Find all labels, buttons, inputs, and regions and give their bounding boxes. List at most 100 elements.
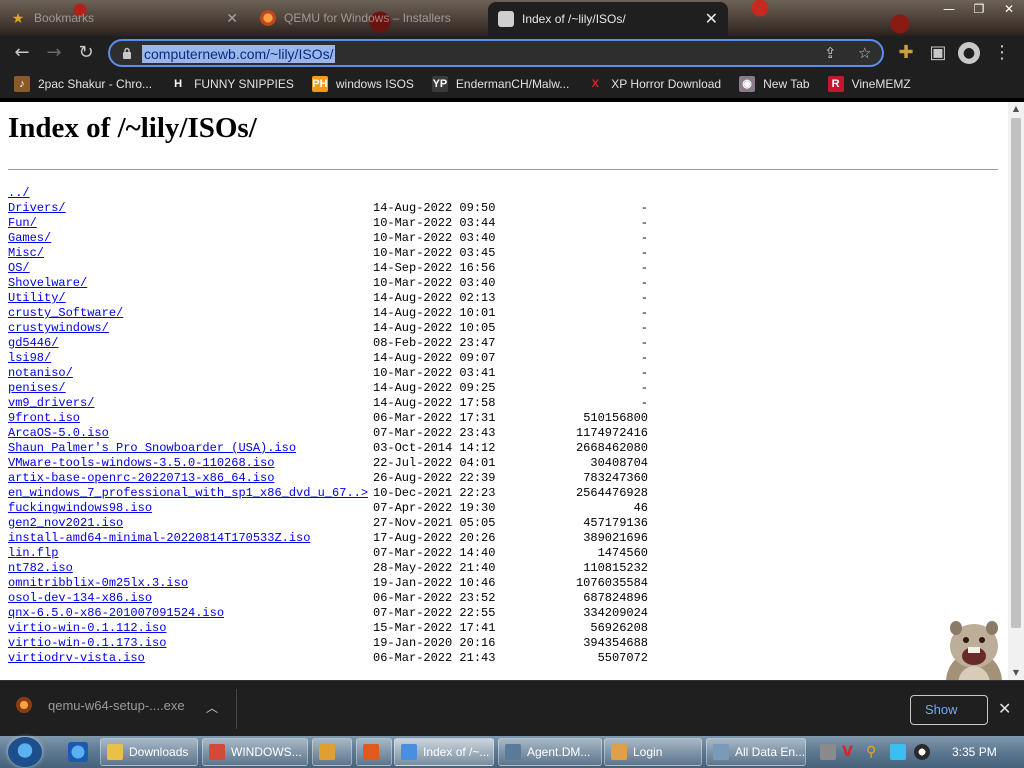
download-item[interactable]: qemu-w64-setup-....exe: [16, 697, 185, 713]
file-link[interactable]: notaniso/: [8, 366, 73, 381]
tab-index-isos[interactable]: Index of /~lily/ISOs/ ✕: [488, 2, 728, 36]
reload-icon[interactable]: ↻: [74, 41, 98, 65]
file-link[interactable]: fuckingwindows98.iso: [8, 501, 152, 516]
file-link[interactable]: OS/: [8, 261, 30, 276]
close-icon[interactable]: ✕: [218, 10, 238, 27]
taskbar-button[interactable]: Agent.DM...: [498, 738, 602, 766]
windows-icon: [209, 744, 225, 760]
file-size: 56926208: [590, 621, 648, 635]
taskbar-button[interactable]: Index of /~...: [394, 738, 494, 766]
file-link[interactable]: Games/: [8, 231, 51, 246]
scroll-down-icon[interactable]: ▼: [1008, 666, 1024, 680]
file-link[interactable]: Misc/: [8, 246, 44, 261]
file-link[interactable]: virtiodrv-vista.iso: [8, 651, 145, 666]
file-link[interactable]: lin.flp: [8, 546, 58, 561]
internet-explorer-icon[interactable]: [68, 742, 88, 762]
extensions-icon[interactable]: ✚: [894, 41, 918, 65]
back-icon[interactable]: ←: [10, 41, 34, 65]
tab-bookmarks[interactable]: ★ Bookmarks ✕: [0, 4, 248, 32]
modified-date: 06-Mar-2022 23:52: [373, 591, 496, 605]
listing-row: virtio-win-0.1.173.iso 19-Jan-2020 20:16 3…: [8, 636, 648, 651]
file-size: -: [640, 396, 648, 410]
file-link[interactable]: Drivers/: [8, 201, 66, 216]
volume-tray-icon[interactable]: [914, 744, 930, 760]
close-icon[interactable]: ✕: [697, 9, 718, 29]
modified-date: 26-Aug-2022 22:39: [373, 471, 496, 485]
scrollbar[interactable]: ▲ ▼: [1008, 102, 1024, 680]
side-panel-icon[interactable]: ▣: [926, 41, 950, 65]
start-button[interactable]: [8, 737, 42, 767]
window-close-button[interactable]: ✕: [994, 0, 1024, 18]
file-link[interactable]: ../: [8, 186, 30, 201]
file-link[interactable]: gd5446/: [8, 336, 58, 351]
minimize-button[interactable]: —: [934, 0, 964, 18]
modified-date: 14-Aug-2022 17:58: [373, 396, 496, 410]
lock-icon[interactable]: [122, 47, 132, 59]
file-link[interactable]: vm9_drivers/: [8, 396, 94, 411]
search-tray-icon[interactable]: ⚲: [866, 744, 882, 760]
show-all-button[interactable]: Show: [910, 695, 988, 725]
scroll-up-icon[interactable]: ▲: [1008, 102, 1024, 116]
menu-icon[interactable]: ⋮: [990, 41, 1014, 65]
scroll-thumb[interactable]: [1011, 118, 1021, 628]
bookmark-item[interactable]: X XP Horror Download: [587, 76, 721, 92]
file-link[interactable]: lsi98/: [8, 351, 51, 366]
file-link[interactable]: 9front.iso: [8, 411, 80, 426]
listing-row: lsi98/14-Aug-2022 09:07 -: [8, 351, 648, 366]
profile-avatar-icon[interactable]: ●: [958, 42, 980, 64]
file-link[interactable]: crustywindows/: [8, 321, 109, 336]
forward-icon[interactable]: →: [42, 41, 66, 65]
file-link[interactable]: omnitribblix-0m25lx.3.iso: [8, 576, 188, 591]
taskbar-button[interactable]: [312, 738, 352, 766]
bookmark-item[interactable]: H FUNNY SNIPPIES: [170, 76, 294, 92]
file-size: -: [640, 201, 648, 215]
url-text[interactable]: computernewb.com/~lily/ISOs/: [142, 45, 336, 63]
antivirus-tray-icon[interactable]: V: [842, 744, 858, 760]
restore-button[interactable]: ❐: [964, 0, 994, 18]
file-link[interactable]: Fun/: [8, 216, 37, 231]
modified-date: 14-Aug-2022 09:25: [373, 381, 496, 395]
file-link[interactable]: virtio-win-0.1.112.iso: [8, 621, 166, 636]
taskbar-button[interactable]: [356, 738, 392, 766]
file-link[interactable]: qnx-6.5.0-x86-201007091524.iso: [8, 606, 224, 621]
taskbar-label: WINDOWS...: [231, 745, 302, 759]
display-tray-icon[interactable]: [890, 744, 906, 760]
bookmark-item[interactable]: YP EndermanCH/Malw...: [431, 76, 569, 92]
address-bar[interactable]: computernewb.com/~lily/ISOs/ ⇪ ☆: [108, 39, 884, 67]
file-link[interactable]: osol-dev-134-x86.iso: [8, 591, 152, 606]
file-link[interactable]: en_windows_7_professional_with_sp1_x86_d…: [8, 486, 368, 501]
file-link[interactable]: Shaun Palmer's Pro Snowboarder (USA).iso: [8, 441, 296, 456]
file-link[interactable]: install-amd64-minimal-20220814T170533Z.i…: [8, 531, 310, 546]
file-link[interactable]: crusty_Software/: [8, 306, 123, 321]
taskbar-button[interactable]: Login: [604, 738, 702, 766]
file-link[interactable]: Shovelware/: [8, 276, 87, 291]
file-link[interactable]: gen2_nov2021.iso: [8, 516, 123, 531]
file-link[interactable]: VMware-tools-windows-3.5.0-110268.iso: [8, 456, 274, 471]
bookmark-item[interactable]: PH windows ISOS: [311, 76, 414, 92]
network-tray-icon[interactable]: [820, 744, 836, 760]
bookmark-item[interactable]: ◉ New Tab: [739, 76, 810, 92]
modified-date: 14-Aug-2022 10:01: [373, 306, 496, 320]
file-link[interactable]: nt782.iso: [8, 561, 73, 576]
bookmark-item[interactable]: ♪ 2pac Shakur - Chro...: [14, 76, 152, 92]
modified-date: 14-Aug-2022 02:13: [373, 291, 496, 305]
close-icon[interactable]: ✕: [998, 699, 1011, 718]
file-link[interactable]: ArcaOS-5.0.iso: [8, 426, 109, 441]
tab-qemu-installers[interactable]: QEMU for Windows – Installers: [250, 4, 486, 32]
file-link[interactable]: artix-base-openrc-20220713-x86_64.iso: [8, 471, 274, 486]
taskbar-button[interactable]: Downloads: [100, 738, 198, 766]
tab-title: Bookmarks: [34, 11, 95, 25]
browser-toolbar: ← → ↻ computernewb.com/~lily/ISOs/ ⇪ ☆ ✚…: [0, 36, 1024, 70]
file-link[interactable]: virtio-win-0.1.173.iso: [8, 636, 166, 651]
share-icon[interactable]: ⇪: [824, 44, 837, 62]
taskbar-button[interactable]: All Data En...: [706, 738, 806, 766]
file-link[interactable]: Utility/: [8, 291, 66, 306]
star-bookmark-icon[interactable]: ☆: [858, 44, 871, 62]
chevron-up-icon[interactable]: ︿: [206, 699, 218, 716]
clock[interactable]: 3:35 PM: [952, 745, 997, 759]
listing-row: en_windows_7_professional_with_sp1_x86_d…: [8, 486, 648, 501]
taskbar-button[interactable]: WINDOWS...: [202, 738, 308, 766]
download-bar: qemu-w64-setup-....exe ︿ Show ✕: [0, 680, 1024, 736]
file-link[interactable]: penises/: [8, 381, 66, 396]
bookmark-item[interactable]: R VineMEMZ: [827, 76, 911, 92]
